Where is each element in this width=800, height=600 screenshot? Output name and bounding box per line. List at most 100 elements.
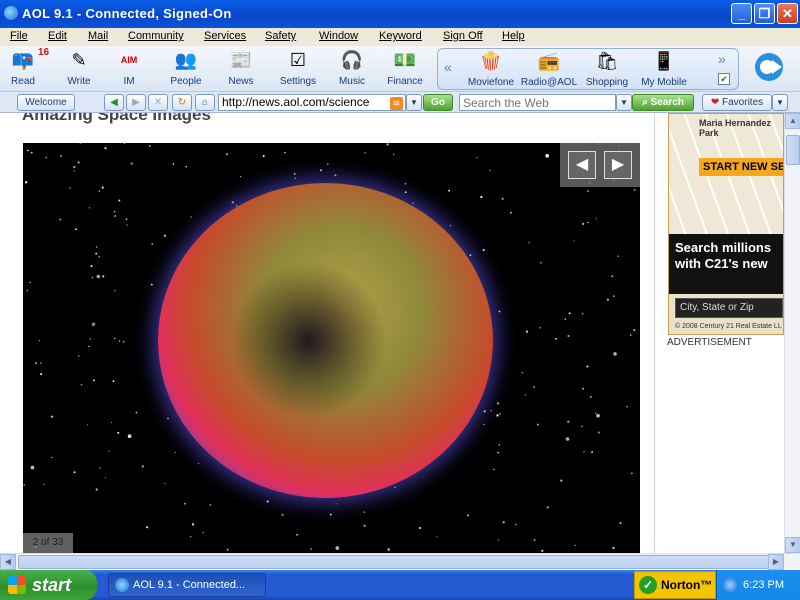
toolbar-finance[interactable]: 💵 Finance — [380, 48, 430, 87]
norton-tray-button[interactable]: ✓ Norton™ — [634, 571, 716, 599]
menu-sign-off[interactable]: Sign Off — [443, 30, 483, 42]
taskbar: start AOL 9.1 - Connected... ✓ Norton™ 6… — [0, 570, 800, 600]
ad-headline: Search millions with C21's new — [669, 234, 783, 294]
menu-window[interactable]: Window — [319, 30, 358, 42]
horizontal-scrollbar[interactable]: ◀ ▶ — [0, 553, 800, 570]
toolbar-label: Finance — [387, 76, 423, 87]
maximize-button[interactable]: ❐ — [754, 3, 775, 24]
taskbar-aol-window[interactable]: AOL 9.1 - Connected... — [108, 573, 266, 597]
search-button-label: Search — [650, 97, 684, 108]
gallery-title: Amazing Space Images — [22, 113, 211, 124]
search-button[interactable]: ⌕ Search — [632, 94, 694, 111]
image-counter: 2 of 33 — [23, 533, 73, 553]
back-button[interactable]: ◀ — [104, 94, 124, 111]
advertisement-label: ADVERTISEMENT — [667, 337, 752, 348]
title-bar[interactable]: AOL 9.1 - Connected, Signed-On _ ❐ ✕ — [0, 0, 800, 28]
scroll-down-button[interactable]: ▼ — [785, 537, 800, 553]
vertical-scroll-thumb[interactable] — [786, 135, 800, 165]
supernova-remnant-image — [158, 183, 493, 498]
web-search-input[interactable] — [459, 94, 616, 111]
favorites-button[interactable]: ❤ Favorites — [702, 94, 772, 111]
horizontal-scroll-thumb[interactable] — [18, 555, 772, 569]
toolbar-settings[interactable]: ☑ Settings — [273, 48, 323, 87]
shopping-icon: 🛍 — [595, 51, 619, 71]
norton-check-icon: ✓ — [639, 576, 657, 594]
toolbar-label: Read — [11, 76, 35, 87]
menu-edit[interactable]: Edit — [48, 30, 67, 42]
moviefone-icon: 🍿 — [479, 51, 503, 71]
favorites-dropdown[interactable]: ▼ — [772, 94, 788, 111]
aol-running-man-icon[interactable] — [752, 50, 786, 84]
panel-scroll-right[interactable]: » — [718, 51, 726, 67]
ad-copyright: © 2008 Century 21 Real Estate LL — [675, 323, 782, 330]
menu-keyword[interactable]: Keyword — [379, 30, 422, 42]
start-label: start — [32, 575, 72, 595]
rss-icon[interactable]: ≋ — [390, 97, 403, 110]
toolbar-news[interactable]: 📰 News — [216, 48, 266, 87]
panel-customize-check[interactable]: ✔ — [718, 73, 730, 85]
menu-services[interactable]: Services — [204, 30, 246, 42]
taskbar-item-label: AOL 9.1 - Connected... — [133, 579, 246, 591]
menu-community[interactable]: Community — [128, 30, 184, 42]
refresh-button[interactable]: ↻ — [172, 94, 192, 111]
finance-icon: 💵 — [393, 50, 417, 70]
heart-icon: ❤ — [710, 97, 723, 108]
menu-bar: File Edit Mail Community Services Safety… — [0, 28, 800, 46]
menu-help[interactable]: Help — [502, 30, 525, 42]
article-pane: Amazing Space Images ◀ ▶ 2 of 33 — [10, 113, 655, 553]
start-button[interactable]: start — [0, 570, 97, 600]
home-button[interactable]: ⌂ — [195, 94, 215, 111]
address-dropdown[interactable]: ▼ — [406, 94, 422, 111]
stop-button[interactable]: ✕ — [148, 94, 168, 111]
panel-label: Radio@AOL — [520, 77, 578, 88]
go-button[interactable]: Go — [423, 94, 453, 111]
scroll-right-button[interactable]: ▶ — [768, 554, 784, 570]
forward-button[interactable]: ▶ — [126, 94, 146, 111]
ad-start-button[interactable]: START NEW SE — [699, 158, 783, 176]
scroll-up-button[interactable]: ▲ — [785, 113, 800, 129]
toolbar-label: Music — [338, 76, 366, 87]
welcome-button[interactable]: Welcome — [17, 94, 75, 111]
panel-label: Shopping — [585, 77, 629, 88]
panel-my-mobile[interactable]: 📱 My Mobile — [634, 49, 694, 88]
aol-app-icon[interactable] — [4, 6, 18, 20]
vertical-scrollbar[interactable]: ▲ ▼ — [784, 113, 800, 553]
close-button[interactable]: ✕ — [777, 3, 798, 24]
news-icon: 📰 — [229, 50, 253, 70]
toolbar-people[interactable]: 👥 People — [161, 48, 211, 87]
menu-mail[interactable]: Mail — [88, 30, 108, 42]
ad-park-label: Maria Hernandez Park — [699, 118, 772, 138]
address-field[interactable]: http://news.aol.com/science — [218, 94, 406, 111]
gallery-photo[interactable]: ◀ ▶ 2 of 33 — [23, 143, 640, 553]
toolbar-write[interactable]: ✎ Write — [54, 48, 104, 87]
network-tray-icon[interactable] — [723, 578, 737, 592]
previous-image-button[interactable]: ◀ — [568, 151, 596, 179]
menu-safety[interactable]: Safety — [265, 30, 296, 42]
next-image-button[interactable]: ▶ — [604, 151, 632, 179]
minimize-button[interactable]: _ — [731, 3, 752, 24]
toolbar-im[interactable]: AIM IM — [104, 48, 154, 87]
settings-icon: ☑ — [289, 50, 307, 70]
panel-label: Moviefone — [467, 77, 515, 88]
ad-location-field[interactable]: City, State or Zip — [675, 298, 783, 318]
scroll-left-button[interactable]: ◀ — [0, 554, 16, 570]
system-tray: 6:23 PM — [716, 570, 800, 600]
mailbox-icon: 📪 — [11, 50, 35, 70]
panel-scroll-left[interactable]: « — [444, 59, 452, 75]
aol-taskbar-icon — [115, 578, 129, 592]
gallery-nav: ◀ ▶ — [560, 143, 640, 187]
advertisement-box[interactable]: Maria Hernandez Park START NEW SE Search… — [668, 113, 784, 335]
menu-file[interactable]: File — [10, 30, 28, 42]
windows-logo-icon — [8, 576, 26, 594]
unread-count-badge: 16 — [38, 47, 50, 58]
panel-moviefone[interactable]: 🍿 Moviefone — [462, 49, 520, 88]
music-icon: 🎧 — [340, 50, 364, 70]
people-icon: 👥 — [174, 50, 198, 70]
navigation-bar: Welcome ◀ ▶ ✕ ↻ ⌂ http://news.aol.com/sc… — [0, 92, 800, 113]
toolbar-music[interactable]: 🎧 Music — [327, 48, 377, 87]
clock[interactable]: 6:23 PM — [743, 579, 784, 591]
search-dropdown[interactable]: ▼ — [616, 94, 632, 111]
aim-icon: AIM — [120, 55, 138, 65]
panel-shopping[interactable]: 🛍 Shopping — [578, 49, 636, 88]
panel-radio[interactable]: 📻 Radio@AOL — [520, 49, 578, 88]
